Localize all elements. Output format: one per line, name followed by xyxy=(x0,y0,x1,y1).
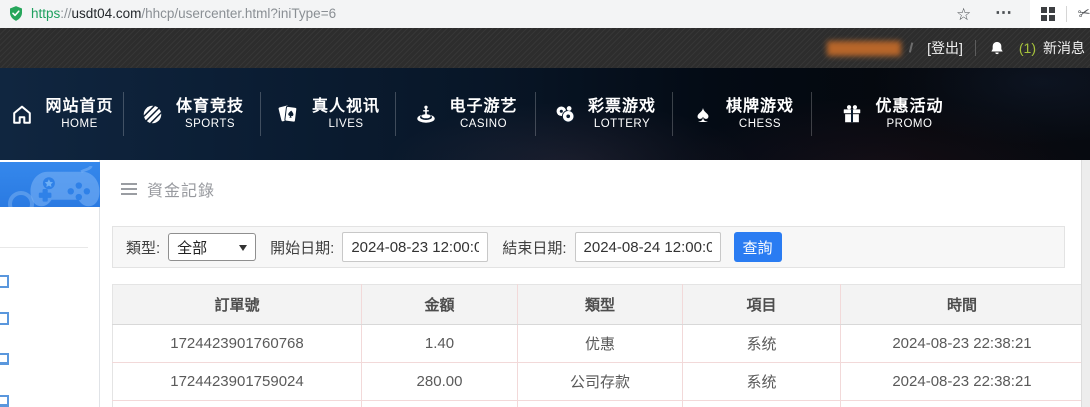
nav-item-home[interactable]: 网站首页 HOME xyxy=(0,68,124,160)
secure-shield-icon xyxy=(8,5,24,22)
nav-label-zh: 网站首页 xyxy=(45,97,113,117)
nav-item-lottery[interactable]: 彩票游戏 LOTTERY xyxy=(536,68,673,160)
lottery-balls-icon xyxy=(553,102,577,126)
main-nav: 网站首页 HOME 体育竞技 SPORTS 真人视讯 LIVES xyxy=(0,68,1090,160)
nav-label-en: SPORTS xyxy=(176,117,244,132)
spade-icon: ♠ xyxy=(691,102,715,126)
gamepad-icon xyxy=(26,166,100,207)
sidebar-item-fragment[interactable] xyxy=(0,312,9,325)
playing-cards-icon xyxy=(277,102,301,126)
content-area: 資金記錄 類型: 全部 開始日期: 結束日期: 查詢 訂單號 金額 類型 項目 xyxy=(0,160,1090,407)
browser-menu-icon[interactable]: ⋯ xyxy=(995,0,1013,26)
sidebar-item-fragment[interactable] xyxy=(0,275,9,288)
table-row: 1724423901760768 1.40 优惠 系统 2024-08-23 2… xyxy=(113,325,1083,363)
col-order-number: 訂單號 xyxy=(113,285,362,325)
start-date-label: 開始日期: xyxy=(270,237,334,258)
col-amount: 金額 xyxy=(362,285,518,325)
logout-link[interactable]: [登出] xyxy=(927,38,963,58)
cell-order-number: 1724423901760768 xyxy=(113,325,362,363)
chevron-down-icon xyxy=(239,245,247,251)
apps-grid-icon[interactable] xyxy=(1041,7,1055,21)
nav-label-en: HOME xyxy=(45,117,113,132)
user-sidebar xyxy=(0,160,100,407)
type-filter-label: 類型: xyxy=(126,237,160,258)
col-time: 時間 xyxy=(841,285,1083,325)
cell-amount: 280.00 xyxy=(362,363,518,401)
panel-title: 資金記錄 xyxy=(121,177,215,201)
basketball-icon xyxy=(141,102,165,126)
type-select-value: 全部 xyxy=(177,237,207,258)
user-flag-mark xyxy=(909,42,917,53)
table-header-row: 訂單號 金額 類型 項目 時間 xyxy=(113,285,1083,325)
nav-label-zh: 电子游艺 xyxy=(449,97,517,117)
col-type: 類型 xyxy=(518,285,683,325)
start-date-input[interactable] xyxy=(342,232,488,262)
table-row: 1724423901759024 280.00 公司存款 系统 2024-08-… xyxy=(113,363,1083,401)
roulette-icon xyxy=(414,102,438,126)
url-scheme: https xyxy=(31,6,60,21)
nav-label-en: PROMO xyxy=(875,117,943,132)
end-date-label: 結束日期: xyxy=(502,237,566,258)
nav-label-en: LIVES xyxy=(312,117,380,132)
url-domain: usdt04.com xyxy=(72,6,142,21)
sidebar-item-fragment[interactable] xyxy=(0,353,9,365)
nav-label-en: LOTTERY xyxy=(588,117,656,132)
fund-records-panel: 資金記錄 類型: 全部 開始日期: 結束日期: 查詢 訂單號 金額 類型 項目 xyxy=(100,160,1082,407)
url-separator: :// xyxy=(60,6,71,21)
gift-icon xyxy=(840,102,864,126)
extension-scissors-icon[interactable]: ✂ xyxy=(1076,3,1090,24)
nav-label-zh: 体育竞技 xyxy=(176,97,244,117)
nav-item-promo[interactable]: 优惠活动 PROMO xyxy=(812,68,972,160)
sidebar-banner[interactable] xyxy=(0,162,100,207)
type-select[interactable]: 全部 xyxy=(168,233,256,261)
nav-label-zh: 优惠活动 xyxy=(875,97,943,117)
filter-bar: 類型: 全部 開始日期: 結束日期: 查詢 xyxy=(112,226,1065,268)
cell-type: 优惠 xyxy=(518,325,683,363)
cell-type: 公司存款 xyxy=(518,363,683,401)
nav-label-en: CHESS xyxy=(726,117,794,132)
nav-label-zh: 彩票游戏 xyxy=(588,97,656,117)
nav-item-lives[interactable]: 真人视讯 LIVES xyxy=(261,68,396,160)
username-redacted xyxy=(827,41,901,56)
end-date-input[interactable] xyxy=(575,232,721,262)
cell-item: 系统 xyxy=(683,363,841,401)
table-row-clipped xyxy=(113,401,1083,407)
nav-label-en: CASINO xyxy=(449,117,517,132)
toolbar-divider xyxy=(1066,6,1067,22)
menu-icon xyxy=(121,183,137,195)
browser-toolbar: https://usdt04.com/hhcp/usercenter.html?… xyxy=(0,0,1090,28)
user-session-bar: [登出] (1) 新消息 xyxy=(0,28,1090,68)
cell-time: 2024-08-23 22:38:21 xyxy=(841,363,1083,401)
bookmark-star-icon[interactable]: ☆ xyxy=(956,2,971,28)
userbar-divider xyxy=(975,40,976,56)
message-count-badge[interactable]: (1) xyxy=(1019,40,1036,56)
home-icon xyxy=(10,102,34,126)
cell-order-number: 1724423901759024 xyxy=(113,363,362,401)
sidebar-divider xyxy=(0,247,88,248)
nav-item-casino[interactable]: 电子游艺 CASINO xyxy=(396,68,536,160)
nav-label-zh: 棋牌游戏 xyxy=(726,97,794,117)
nav-item-sports[interactable]: 体育竞技 SPORTS xyxy=(124,68,261,160)
cell-item: 系统 xyxy=(683,325,841,363)
cell-time: 2024-08-23 22:38:21 xyxy=(841,325,1083,363)
query-button[interactable]: 查詢 xyxy=(734,232,782,262)
cell-amount: 1.40 xyxy=(362,325,518,363)
nav-label-zh: 真人视讯 xyxy=(312,97,380,117)
new-messages-link[interactable]: 新消息 xyxy=(1043,38,1085,58)
url-text[interactable]: https://usdt04.com/hhcp/usercenter.html?… xyxy=(31,0,336,28)
notification-bell-icon[interactable] xyxy=(989,40,1005,57)
page-title: 資金記錄 xyxy=(147,177,215,201)
fund-records-table: 訂單號 金額 類型 項目 時間 1724423901760768 1.40 优惠… xyxy=(112,284,1082,407)
nav-item-chess[interactable]: ♠ 棋牌游戏 CHESS xyxy=(673,68,812,160)
col-item: 項目 xyxy=(683,285,841,325)
url-path: /hhcp/usercenter.html?iniType=6 xyxy=(141,6,336,21)
sidebar-item-fragment[interactable] xyxy=(0,395,9,407)
